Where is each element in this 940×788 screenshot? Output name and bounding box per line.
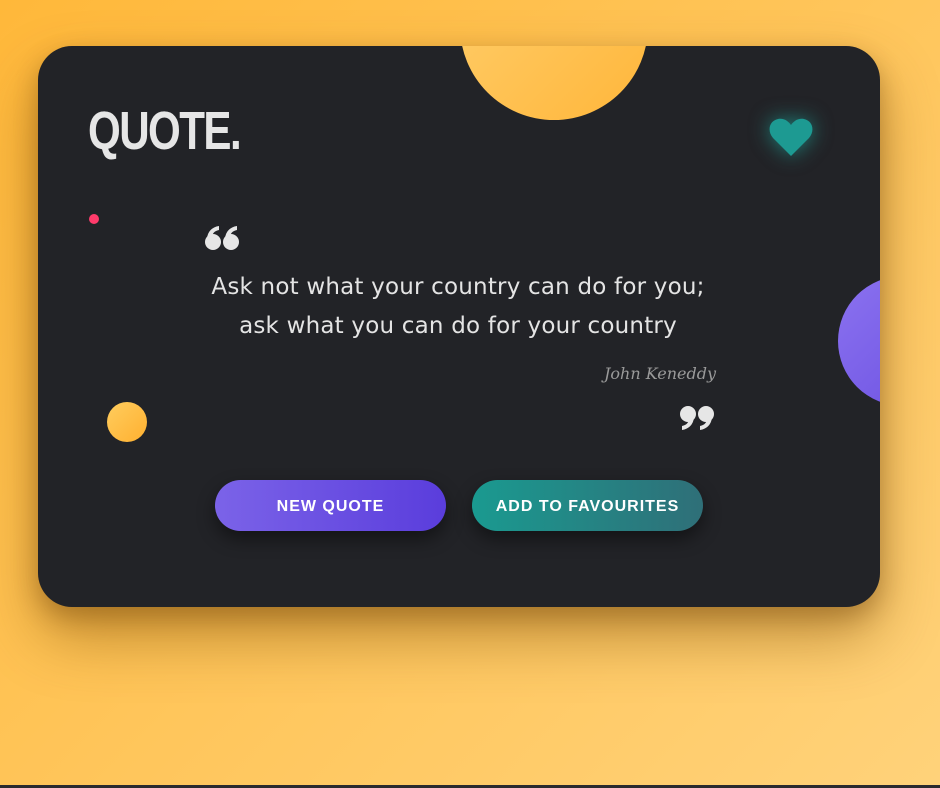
close-quote-icon [679, 404, 715, 432]
decorative-dot-pink [89, 214, 99, 224]
add-to-favourites-button[interactable]: ADD TO FAVOURITES [472, 480, 703, 531]
app-logo: QUOTE. [88, 101, 242, 161]
quote-card: QUOTE. Ask not what your country can do … [38, 46, 880, 607]
decorative-circle-purple-right [838, 276, 880, 406]
quote-author: John Keneddy [603, 364, 716, 383]
decorative-circle-yellow-top [460, 46, 648, 120]
quote-text: Ask not what your country can do for you… [211, 274, 705, 339]
decorative-circle-yellow-small [107, 402, 147, 442]
new-quote-button[interactable]: NEW QUOTE [215, 480, 446, 531]
open-quote-icon [204, 224, 240, 252]
heart-icon[interactable] [768, 116, 814, 158]
